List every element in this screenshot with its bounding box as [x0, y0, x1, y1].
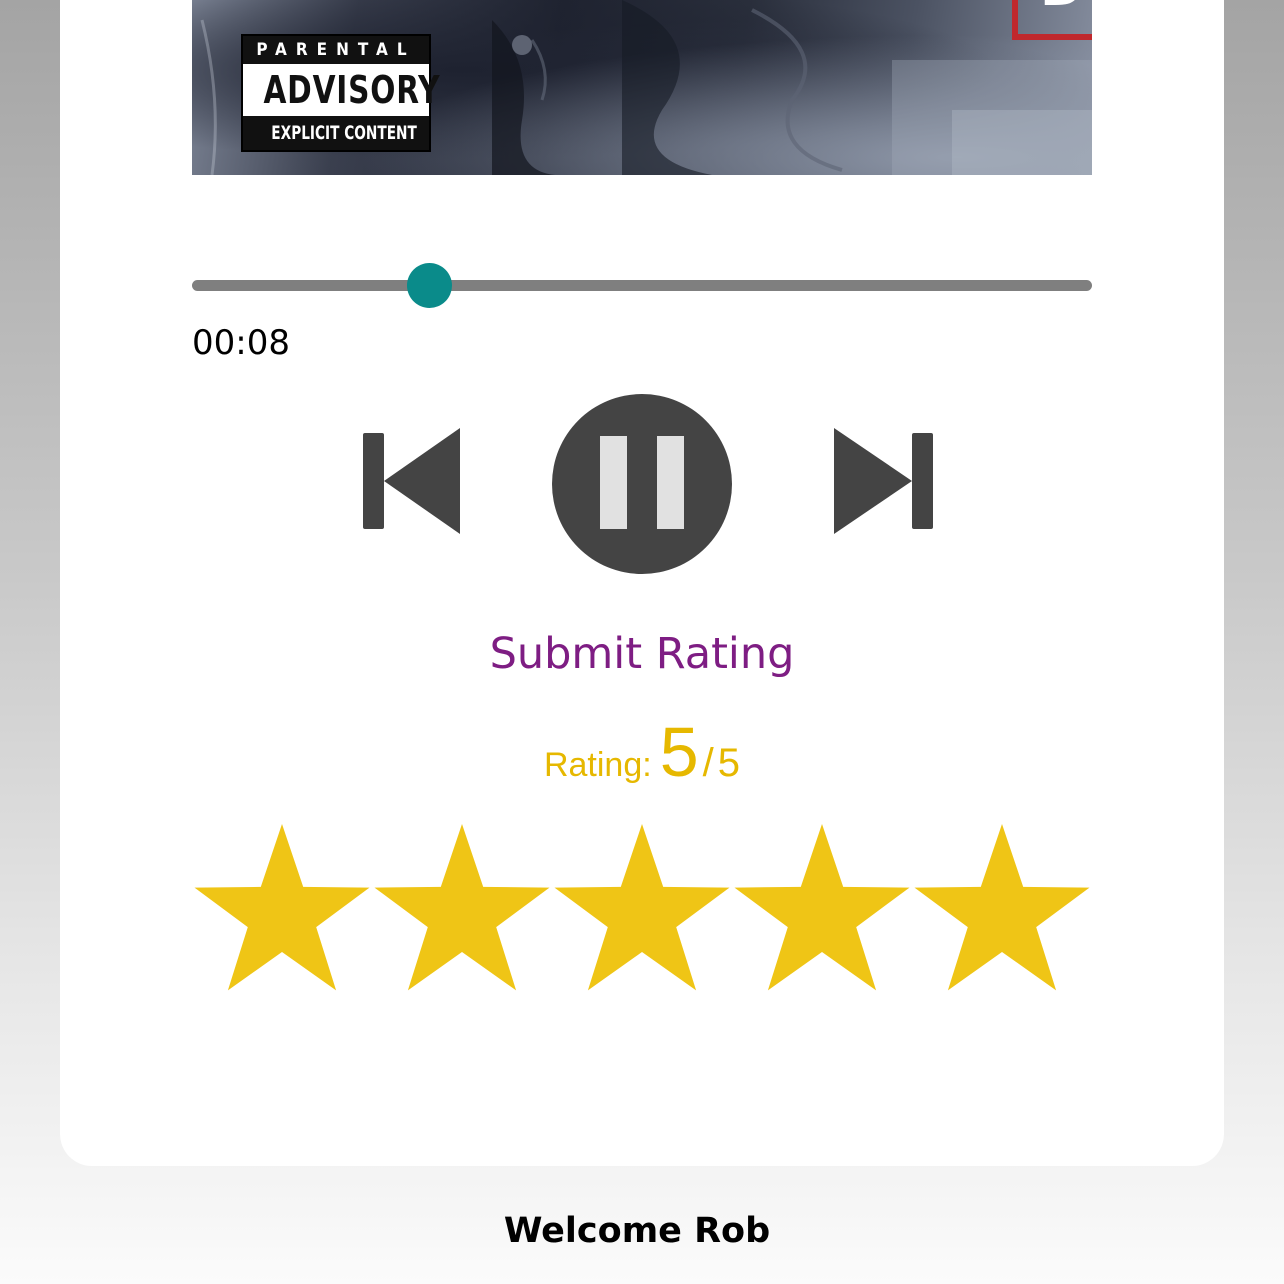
- advisory-bottom-text: EXPLICIT CONTENT: [243, 116, 429, 150]
- star-icon[interactable]: [734, 824, 910, 991]
- skip-next-icon: [834, 428, 933, 534]
- skip-previous-icon: [363, 428, 460, 534]
- parental-advisory-label: PARENTAL ADVISORY EXPLICIT CONTENT: [241, 34, 440, 152]
- previous-track-button[interactable]: [360, 426, 464, 538]
- elapsed-time: 00:08: [192, 323, 290, 363]
- advisory-top-text: PARENTAL: [243, 36, 429, 64]
- rating-max: 5: [717, 741, 741, 785]
- star-icon[interactable]: [554, 824, 730, 991]
- advisory-bottom-label: EXPLICIT CONTENT: [271, 122, 417, 144]
- star-icon[interactable]: [194, 824, 370, 991]
- star-icon[interactable]: [914, 824, 1090, 991]
- pause-button[interactable]: [552, 394, 732, 574]
- rating-label: Rating:: [543, 746, 652, 784]
- submit-rating-button[interactable]: Submit Rating: [0, 626, 1284, 682]
- star-rating[interactable]: [192, 822, 1092, 998]
- progress-slider-thumb[interactable]: [407, 263, 453, 308]
- advisory-middle-text: ADVISORY: [263, 64, 440, 116]
- rating-display: Rating: 5/5: [0, 712, 1284, 792]
- star-icon[interactable]: [374, 824, 550, 991]
- next-track-button[interactable]: [832, 426, 936, 538]
- progress-slider-track[interactable]: [192, 280, 1092, 291]
- welcome-message: Welcome Rob: [503, 1211, 771, 1251]
- rating-separator: /: [702, 741, 714, 785]
- artwork-title-text: DENT: [1040, 0, 1092, 8]
- rating-value: 5: [659, 713, 699, 791]
- pause-icon: [552, 394, 732, 574]
